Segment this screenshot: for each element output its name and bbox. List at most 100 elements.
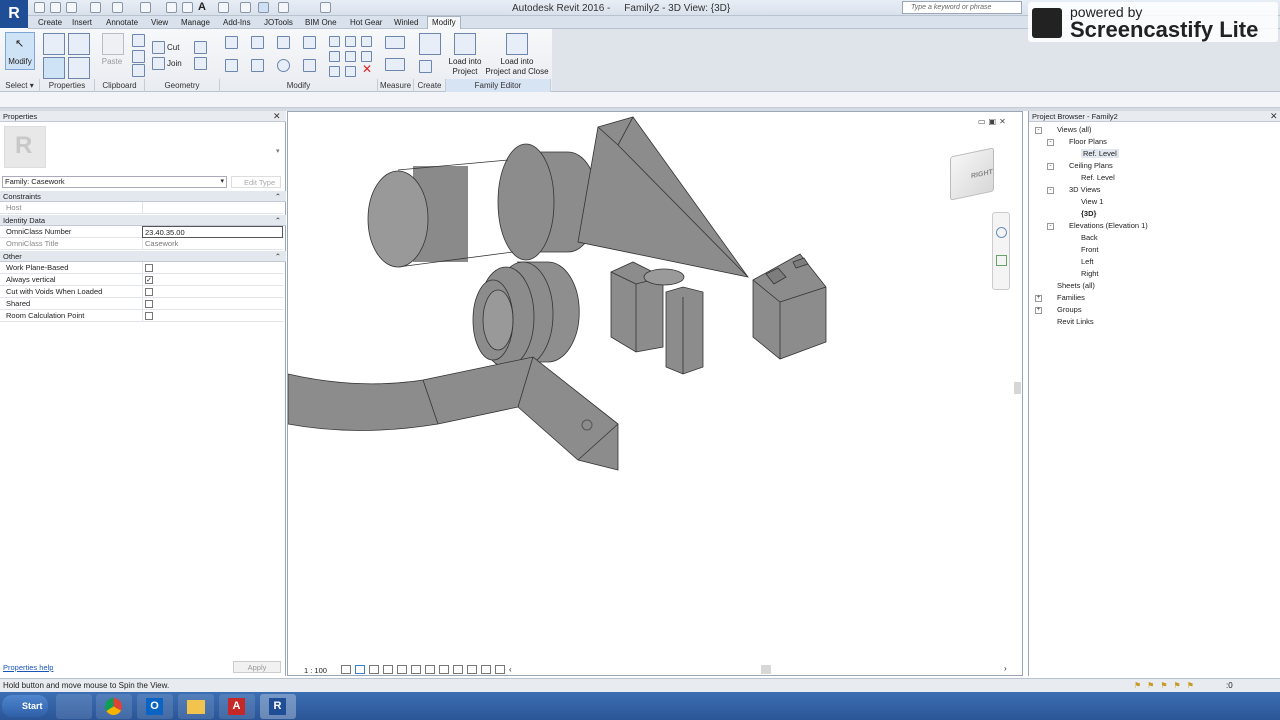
lock-3d-icon[interactable] [425,665,435,674]
match-type-icon[interactable] [132,64,145,77]
join-label[interactable]: Join [167,59,182,69]
load-into-project-label-1[interactable]: Load into [445,57,485,67]
tab-annotate[interactable]: Annotate [106,18,138,27]
omniclass-number-input[interactable]: 23.40.35.00 [142,226,283,238]
delete-icon[interactable]: ✕ [362,62,372,76]
3d-view-canvas[interactable]: ▭▣✕ RIGHT 1: 100 ‹ › [287,111,1023,676]
horizontal-scrollbar-thumb[interactable] [761,665,771,674]
browser-node[interactable]: Right [1081,269,1099,278]
chrome-icon[interactable] [96,694,132,719]
family-types-icon[interactable] [68,33,90,55]
load-and-close-label-1[interactable]: Load into [484,57,550,67]
scale-icon[interactable] [345,51,356,62]
load-and-close-label-2[interactable]: Project and Close [484,67,550,77]
autocad-icon[interactable]: A [219,694,255,719]
group-select[interactable]: Select ▾ [0,79,40,92]
selection-filters-icons[interactable]: ⚑⚑⚑⚑⚑ [1134,679,1200,693]
browser-node[interactable]: Ref. Level [1081,149,1119,158]
filter-count[interactable]: :0 [1226,679,1233,693]
tab-jotools[interactable]: JOTools [264,18,293,27]
section-identity[interactable]: Identity Data ⌃ [0,215,286,226]
type-properties-icon[interactable] [68,57,90,79]
shadows-icon[interactable] [383,665,393,674]
constraints-icon[interactable] [495,665,505,674]
3d-model-geometry[interactable] [288,112,1022,664]
browser-node[interactable]: Front [1081,245,1099,254]
paste-icon[interactable] [102,33,124,55]
switch-windows-icon[interactable] [320,2,331,13]
navigation-bar[interactable] [992,212,1010,290]
align-icon[interactable] [225,36,238,49]
mirror-axis-icon[interactable] [277,36,290,49]
view-scale[interactable]: 1 : 100 [304,666,327,675]
shared-checkbox[interactable] [145,300,153,308]
scroll-left-icon[interactable]: ‹ [509,665,512,675]
browser-node[interactable]: Sheets (all) [1057,281,1095,290]
search-input[interactable]: Type a keyword or phrase [902,1,1022,14]
aligned-dimension-icon[interactable] [166,2,177,13]
join-geometry-icon[interactable] [152,57,165,70]
viewcube[interactable]: RIGHT [950,147,994,201]
detail-level-icon[interactable] [341,665,351,674]
tree-expand-icon[interactable]: + [1035,307,1042,314]
tree-expand-icon[interactable]: - [1047,139,1054,146]
undo-icon[interactable] [90,2,101,13]
browser-node[interactable]: View 1 [1081,197,1103,206]
browser-node[interactable]: Revit Links [1057,317,1094,326]
split-face-icon[interactable] [194,57,207,70]
browser-node[interactable]: Families [1057,293,1085,302]
split-icon[interactable] [329,36,340,47]
tree-expand-icon[interactable]: - [1047,187,1054,194]
crop-view-icon[interactable] [397,665,407,674]
tab-insert[interactable]: Insert [72,18,92,27]
cut-voids-checkbox[interactable] [145,288,153,296]
trim-extend-icon[interactable] [303,59,316,72]
redo-icon[interactable] [112,2,123,13]
work-plane-checkbox[interactable] [145,264,153,272]
move-icon[interactable] [225,59,238,72]
file-explorer-icon[interactable] [178,694,214,719]
project-browser-close-icon[interactable]: ✕ [1270,111,1278,122]
cut-clipboard-icon[interactable] [132,34,145,47]
tree-expand-icon[interactable]: + [1035,295,1042,302]
browser-node[interactable]: Floor Plans [1069,137,1107,146]
copy-element-icon[interactable] [251,59,264,72]
type-dropdown-arrow-icon[interactable]: ▾ [276,147,280,155]
tree-expand-icon[interactable]: - [1047,223,1054,230]
measure-qat-icon[interactable] [140,2,151,13]
pin-icon[interactable] [361,36,372,47]
browser-node[interactable]: Back [1081,233,1098,242]
properties-close-icon[interactable]: ✕ [273,111,281,122]
browser-node[interactable]: Ref. Level [1081,173,1115,182]
array-icon[interactable] [329,51,340,62]
edit-type-button[interactable]: Edit Type [231,176,281,188]
open-icon[interactable] [34,2,45,13]
browser-node[interactable]: Elevations (Elevation 1) [1069,221,1148,230]
section-icon[interactable] [240,2,251,13]
browser-node[interactable]: Ceiling Plans [1069,161,1113,170]
3d-view-icon[interactable] [218,2,229,13]
tab-view[interactable]: View [151,18,168,27]
scroll-right-icon[interactable]: › [1004,664,1007,673]
load-and-close-icon[interactable] [506,33,528,55]
rotate-icon[interactable] [277,59,290,72]
text-tool-icon[interactable]: A [198,1,206,13]
create-similar-icon[interactable] [419,60,432,73]
tab-hot-gear[interactable]: Hot Gear [350,18,382,27]
properties-help-link[interactable]: Properties help [3,663,53,672]
taskbar-app-1-icon[interactable] [56,694,92,719]
zoom-icon[interactable] [996,255,1007,266]
tab-winled[interactable]: Winled [394,18,418,27]
tag-icon[interactable] [182,2,193,13]
type-selector[interactable]: Family: Casework ▾ [2,176,227,188]
tab-add-ins[interactable]: Add-Ins [223,18,251,27]
sync-icon[interactable] [66,2,77,13]
start-button[interactable]: Start [2,695,48,717]
tab-manage[interactable]: Manage [181,18,210,27]
close-hidden-windows-icon[interactable] [278,2,289,13]
revit-taskbar-icon[interactable]: R [260,694,296,719]
sun-path-icon[interactable] [369,665,379,674]
revit-logo-button[interactable]: R [0,0,28,28]
mirror-draw-icon[interactable] [303,36,316,49]
offset-icon[interactable] [251,36,264,49]
